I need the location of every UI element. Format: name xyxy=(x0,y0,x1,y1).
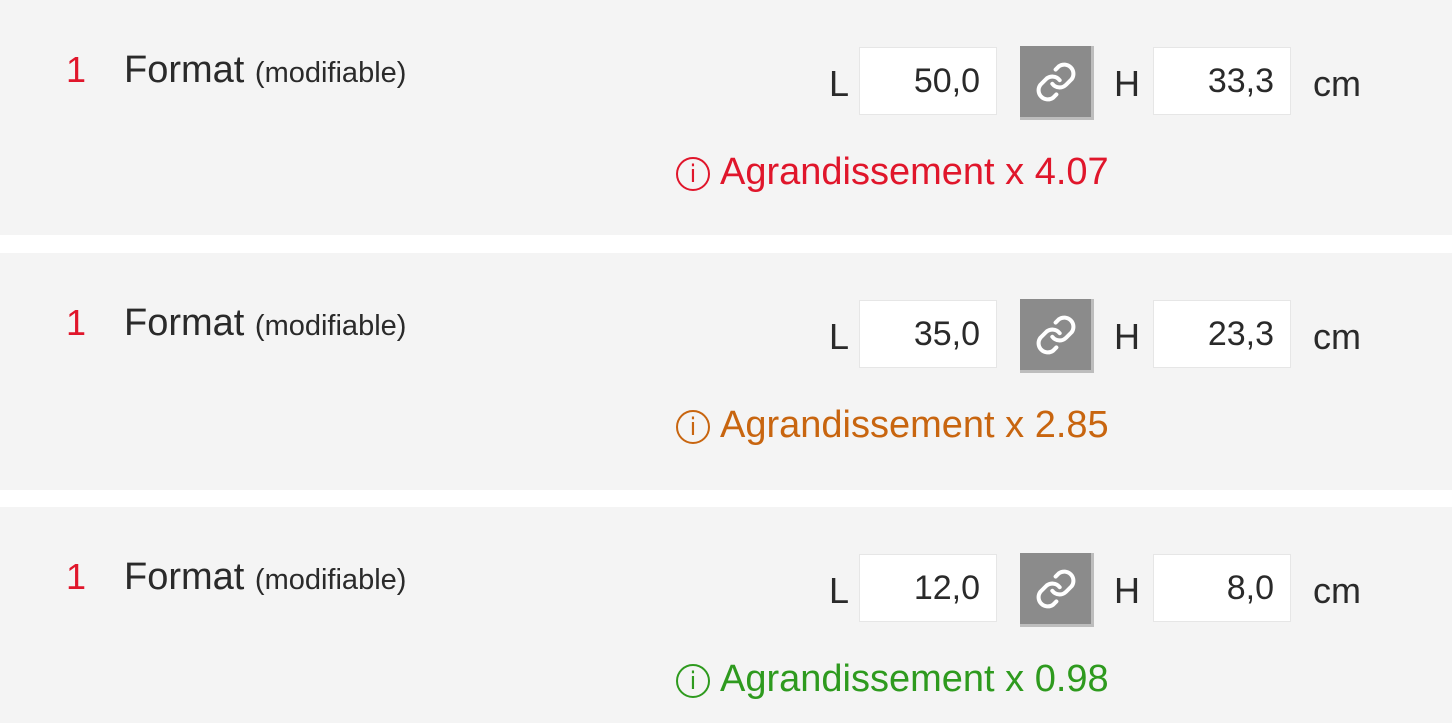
width-label: L xyxy=(829,570,850,611)
format-subtitle: (modifiable) xyxy=(254,57,407,89)
link-icon xyxy=(1036,315,1075,354)
height-label: H xyxy=(1114,316,1140,357)
height-label: H xyxy=(1114,63,1140,104)
format-title: Format (modifiable) xyxy=(124,303,406,346)
enlargement-text: Agrandissement x 4.07 xyxy=(720,151,1109,193)
step-number: 1 xyxy=(66,49,87,90)
format-panel-3: 1 Format (modifiable) L H cm i Agrandisse… xyxy=(0,507,1452,723)
height-label: H xyxy=(1114,570,1140,611)
info-circle-icon: i xyxy=(676,157,710,191)
unit-label: cm xyxy=(1313,63,1361,104)
link-ratio-button[interactable] xyxy=(1020,299,1094,373)
enlargement-text: Agrandissement x 0.98 xyxy=(720,658,1109,700)
link-ratio-button[interactable] xyxy=(1020,46,1094,120)
enlargement-notice: i Agrandissement x 2.85 xyxy=(676,403,1109,447)
step-number: 1 xyxy=(66,556,87,597)
format-subtitle: (modifiable) xyxy=(254,564,407,596)
width-label: L xyxy=(829,316,850,357)
info-circle-icon: i xyxy=(676,410,710,444)
width-input[interactable] xyxy=(859,47,997,115)
enlargement-text: Agrandissement x 2.85 xyxy=(720,404,1109,446)
height-input[interactable] xyxy=(1153,47,1291,115)
unit-label: cm xyxy=(1313,570,1361,611)
format-title: Format (modifiable) xyxy=(124,557,406,600)
link-icon xyxy=(1036,569,1075,608)
format-title: Format (modifiable) xyxy=(124,50,406,93)
format-title-text: Format xyxy=(124,302,245,344)
format-panel-1: 1 Format (modifiable) L H cm i Agrandisse… xyxy=(0,0,1452,235)
link-icon xyxy=(1036,62,1075,101)
link-ratio-button[interactable] xyxy=(1020,553,1094,627)
height-input[interactable] xyxy=(1153,554,1291,622)
format-panel-2: 1 Format (modifiable) L H cm i Agrandisse… xyxy=(0,253,1452,490)
width-input[interactable] xyxy=(859,300,997,368)
unit-label: cm xyxy=(1313,316,1361,357)
step-number: 1 xyxy=(66,302,87,343)
info-circle-icon: i xyxy=(676,664,710,698)
width-input[interactable] xyxy=(859,554,997,622)
format-title-text: Format xyxy=(124,49,245,91)
format-title-text: Format xyxy=(124,556,245,598)
enlargement-notice: i Agrandissement x 0.98 xyxy=(676,657,1109,701)
height-input[interactable] xyxy=(1153,300,1291,368)
width-label: L xyxy=(829,63,850,104)
format-subtitle: (modifiable) xyxy=(254,310,407,342)
enlargement-notice: i Agrandissement x 4.07 xyxy=(676,150,1109,194)
